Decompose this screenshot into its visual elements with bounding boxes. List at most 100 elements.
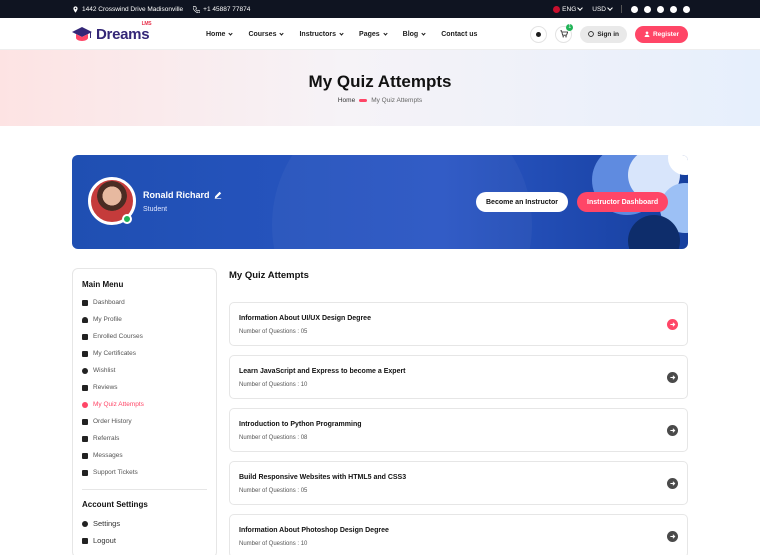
twitter-icon[interactable]: [670, 5, 677, 13]
account-settings-title: Account Settings: [82, 500, 148, 509]
page-title: My Quiz Attempts: [308, 72, 452, 91]
sidebar-item-my-quiz-attempts[interactable]: My Quiz Attempts: [82, 401, 144, 408]
quiz-title: Introduction to Python Programming: [239, 421, 362, 428]
quiz-card[interactable]: Introduction to Python Programming Numbe…: [229, 408, 688, 452]
ticket-icon: [82, 469, 88, 476]
lock-icon: [588, 31, 595, 37]
graduation-cap-icon: [82, 333, 88, 340]
youtube-icon[interactable]: [683, 5, 690, 13]
quiz-card[interactable]: Information About UI/UX Design Degree Nu…: [229, 302, 688, 346]
heart-icon: [82, 367, 88, 374]
logo[interactable]: Dreams LMS: [72, 20, 152, 44]
quiz-title: Information About Photoshop Design Degre…: [239, 527, 389, 534]
nav-instructors[interactable]: Instructors: [299, 31, 344, 38]
cart-count-badge: 1: [566, 23, 574, 31]
quiz-card[interactable]: Build Responsive Websites with HTML5 and…: [229, 461, 688, 505]
arrow-right-icon[interactable]: [667, 531, 678, 542]
quiz-question-count: Number of Questions : 05: [239, 488, 308, 494]
language-select[interactable]: ENG: [553, 5, 584, 13]
sidebar-item-wishlist[interactable]: Wishlist: [82, 367, 115, 374]
currency-label: USD: [592, 5, 606, 13]
moon-icon: [536, 31, 542, 37]
nav-home[interactable]: Home: [206, 30, 234, 38]
arrow-right-icon[interactable]: [667, 372, 678, 383]
flag-icon: [553, 5, 561, 13]
quiz-card[interactable]: Learn JavaScript and Express to become a…: [229, 355, 688, 399]
cart-button[interactable]: 1: [555, 23, 574, 43]
chevron-down-icon: [228, 30, 234, 36]
nav-courses[interactable]: Courses: [248, 30, 285, 38]
main-menu-title: Main Menu: [82, 280, 124, 289]
facebook-icon[interactable]: [631, 5, 638, 13]
instructor-dashboard-button[interactable]: Instructor Dashboard: [577, 192, 669, 212]
profile-card: Ronald Richard Student Become an Instruc…: [72, 155, 688, 249]
sidebar-item-my-certificates[interactable]: My Certificates: [82, 350, 136, 357]
sidebar-item-dashboard[interactable]: Dashboard: [82, 299, 125, 306]
sidebar-item-referrals[interactable]: Referrals: [82, 435, 119, 442]
become-instructor-button[interactable]: Become an Instructor: [476, 192, 568, 212]
divider: [621, 5, 622, 13]
arrow-right-icon[interactable]: [667, 478, 678, 489]
sidebar: Main Menu Dashboard My Profile Enrolled …: [72, 268, 217, 555]
sidebar-item-enrolled-courses[interactable]: Enrolled Courses: [82, 333, 143, 340]
quiz-icon: [82, 401, 88, 408]
sidebar-item-support-tickets[interactable]: Support Tickets: [82, 469, 138, 476]
phone-icon: [193, 5, 201, 13]
graduation-cap-logo-icon: [72, 27, 92, 41]
arrow-right-icon[interactable]: [667, 425, 678, 436]
breadcrumb: Home My Quiz Attempts: [0, 97, 760, 104]
quiz-question-count: Number of Questions : 10: [239, 541, 308, 547]
behance-icon[interactable]: [657, 5, 664, 13]
chevron-down-icon: [607, 5, 613, 11]
gear-icon: [82, 520, 88, 527]
signin-label: Sign in: [597, 30, 619, 38]
user-icon: [644, 31, 650, 37]
main-nav: Home Courses Instructors Pages Blog Cont…: [206, 18, 477, 50]
breadcrumb-current: My Quiz Attempts: [371, 97, 423, 104]
edit-icon[interactable]: [214, 191, 222, 199]
cart-icon: [560, 30, 568, 38]
theme-toggle-button[interactable]: [530, 25, 548, 43]
nav-contact[interactable]: Contact us: [441, 31, 477, 38]
quiz-question-count: Number of Questions : 05: [239, 329, 308, 335]
grid-icon: [82, 299, 88, 306]
address: 1442 Crosswind Drive Madisonville: [72, 6, 183, 13]
quiz-title: Build Responsive Websites with HTML5 and…: [239, 474, 407, 481]
nav-pages[interactable]: Pages: [359, 31, 388, 38]
chevron-down-icon: [577, 5, 584, 11]
chevron-down-icon: [421, 30, 426, 36]
breadcrumb-home[interactable]: Home: [338, 97, 355, 104]
currency-select[interactable]: USD: [592, 5, 613, 13]
nav-blog[interactable]: Blog: [403, 31, 426, 38]
sidebar-item-settings[interactable]: Settings: [82, 519, 120, 528]
quiz-question-count: Number of Questions : 08: [239, 435, 308, 441]
arrow-right-icon[interactable]: [667, 319, 678, 330]
profile-name: Ronald Richard: [143, 190, 222, 200]
receipt-icon: [82, 418, 88, 425]
section-title: My Quiz Attempts: [229, 270, 309, 281]
page-banner: My Quiz Attempts Home My Quiz Attempts: [0, 50, 760, 126]
quiz-title: Information About UI/UX Design Degree: [239, 315, 371, 322]
logout-icon: [82, 537, 88, 544]
phone[interactable]: +1 45887 77874: [193, 5, 250, 13]
sidebar-item-reviews[interactable]: Reviews: [82, 384, 118, 391]
top-bar: 1442 Crosswind Drive Madisonville +1 458…: [0, 0, 760, 18]
signin-button[interactable]: Sign in: [580, 25, 627, 43]
sidebar-item-my-profile[interactable]: My Profile: [82, 316, 122, 323]
sidebar-divider: [82, 489, 207, 490]
language-label: ENG: [562, 5, 577, 13]
sidebar-item-messages[interactable]: Messages: [82, 452, 123, 459]
sidebar-item-logout[interactable]: Logout: [82, 536, 116, 545]
profile-name-text: Ronald Richard: [143, 190, 210, 200]
register-button[interactable]: Register: [634, 25, 688, 43]
sidebar-item-order-history[interactable]: Order History: [82, 418, 132, 425]
quiz-card[interactable]: Information About Photoshop Design Degre…: [229, 514, 688, 555]
logo-sup: LMS: [141, 20, 152, 27]
star-icon: [82, 384, 88, 391]
quiz-title: Learn JavaScript and Express to become a…: [239, 368, 406, 375]
instagram-icon[interactable]: [644, 5, 651, 13]
profile-role: Student: [143, 206, 168, 213]
location-icon: [73, 5, 78, 13]
address-text: 1442 Crosswind Drive Madisonville: [82, 5, 184, 13]
chevron-down-icon: [279, 30, 285, 36]
